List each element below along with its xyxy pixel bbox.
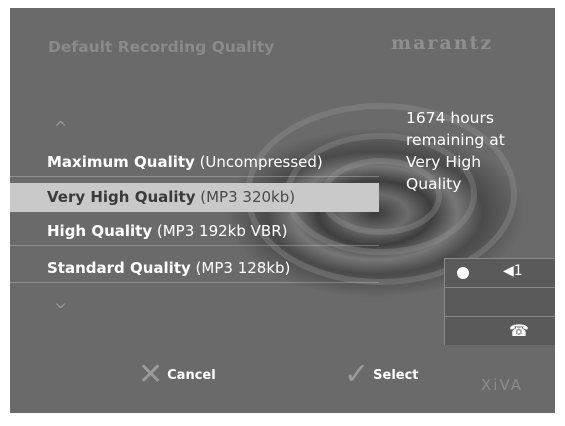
page-title: Default Recording Quality [48,38,275,56]
telephone-icon: ☎ [509,321,529,340]
speaker-icon: ◀1 [503,263,523,279]
recording-time-status: 1674 hours remaining at Very High Qualit… [406,109,505,193]
menu-item-label: Standard Quality [47,259,191,277]
cancel-label: Cancel [167,367,216,383]
cancel-x-icon: ✕ [138,357,164,392]
scroll-up-icon[interactable]: ^ [54,118,67,137]
select-button[interactable]: ✓ Select [344,360,419,390]
menu-item-standard-quality[interactable]: Standard Quality (MP3 128kb) [10,254,379,283]
panel-row-phone: ☎ [445,317,555,345]
select-label: Select [373,367,419,383]
menu-item-detail: (Uncompressed) [194,153,323,171]
scroll-down-icon[interactable]: ^ [54,292,67,311]
panel-row-record: ◀1 [445,259,555,288]
menu-item-detail: (MP3 128kb) [190,259,291,277]
status-panel: ◀1 ☎ [444,258,555,345]
panel-row-blank [445,288,555,317]
menu-item-label: Very High Quality [47,188,196,206]
cancel-button[interactable]: ✕ Cancel [138,360,216,390]
xiva-logo: XiVA [481,376,524,394]
tv-screen: Default Recording Quality marantz ^ Maxi… [10,8,555,413]
menu-item-label: High Quality [47,222,153,240]
menu-item-very-high-quality[interactable]: Very High Quality (MP3 320kb) [10,183,379,212]
menu-item-detail: (MP3 320kb) [195,188,296,206]
select-check-icon: ✓ [344,357,370,392]
record-dot-icon [457,267,469,279]
menu-item-detail: (MP3 192kb VBR) [152,222,288,240]
menu-item-high-quality[interactable]: High Quality (MP3 192kb VBR) [10,217,379,246]
menu-item-label: Maximum Quality [47,153,195,171]
menu-item-maximum-quality[interactable]: Maximum Quality (Uncompressed) [10,148,379,177]
brand-logo: marantz [391,32,494,54]
